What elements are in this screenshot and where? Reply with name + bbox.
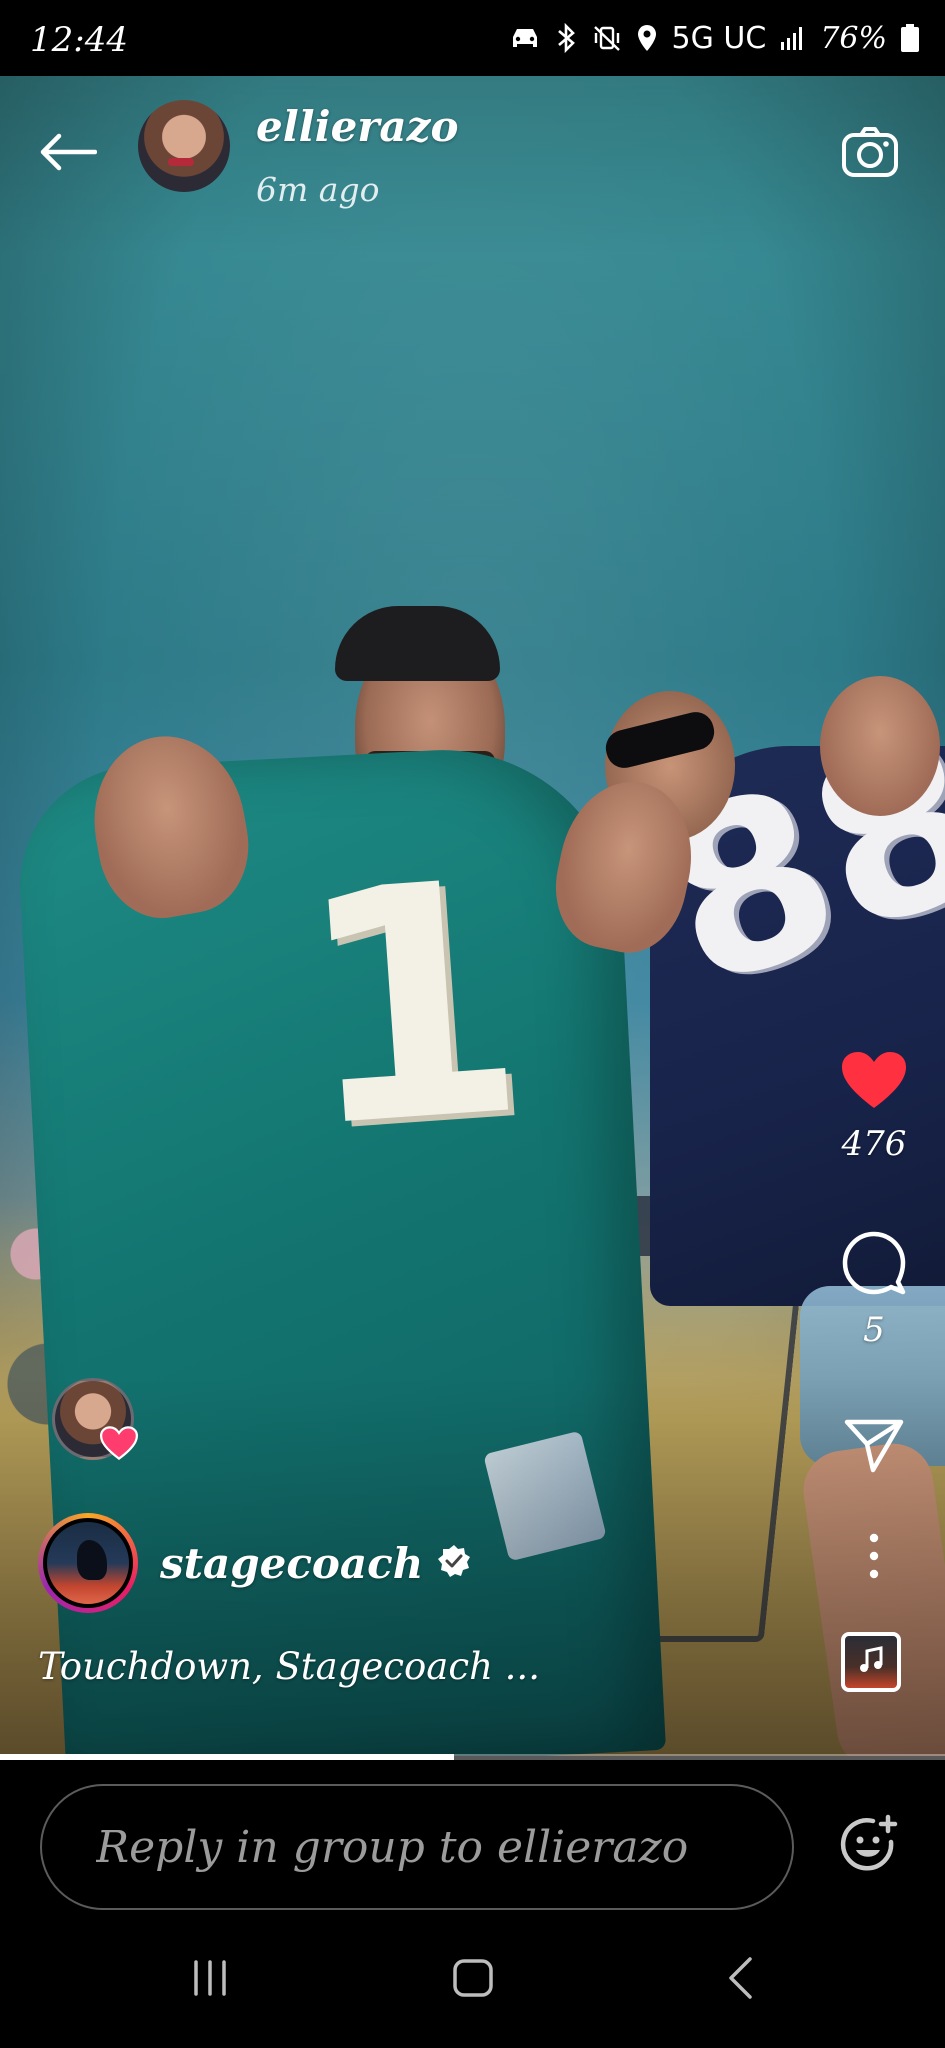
system-nav-bar [0, 1910, 945, 2048]
reaction-heart-icon [99, 1426, 139, 1464]
teal-jersey-number: 1 [287, 812, 536, 1200]
back-button[interactable] [36, 126, 100, 182]
camera-icon [841, 127, 899, 183]
story-image[interactable]: 88 1 [0, 76, 945, 1756]
network-label: 5G UC [671, 20, 767, 56]
car-icon [508, 25, 542, 51]
location-icon [636, 23, 658, 53]
send-icon [843, 1416, 905, 1478]
recent-apps-button[interactable] [170, 1950, 250, 2010]
like-button[interactable]: 476 [829, 1050, 919, 1164]
bluetooth-icon [556, 23, 578, 53]
vibrate-mute-icon [592, 23, 622, 53]
status-time: 12:44 [30, 20, 128, 60]
battery-label: 76% [820, 20, 887, 56]
back-arrow-icon [39, 132, 98, 176]
music-artist-avatar[interactable] [38, 1513, 138, 1613]
verified-badge-icon [437, 1544, 471, 1582]
comment-icon [841, 1230, 907, 1300]
reply-input[interactable] [40, 1784, 794, 1910]
back-nav-button[interactable] [700, 1950, 780, 2010]
music-note-icon [858, 1646, 884, 1678]
music-info[interactable]: stagecoach [38, 1508, 471, 1618]
heart-icon [840, 1050, 908, 1114]
comment-button[interactable]: 5 [829, 1230, 919, 1350]
music-artist-image [43, 1518, 133, 1608]
more-vertical-icon [868, 1532, 880, 1584]
reply-bar [0, 1760, 945, 1910]
recent-apps-icon [190, 1960, 230, 2000]
emoji-add-icon [839, 1814, 901, 1880]
camera-button[interactable] [835, 120, 905, 190]
home-icon [452, 1958, 494, 2002]
avatar[interactable] [138, 100, 230, 192]
story-timestamp: 6m ago [256, 170, 380, 209]
status-icons: 5G UC 76% [508, 18, 919, 58]
back-chevron-icon [726, 1956, 754, 2004]
comment-count: 5 [863, 1310, 885, 1350]
emoji-button[interactable] [835, 1812, 905, 1882]
battery-icon [901, 24, 919, 52]
more-options-button[interactable] [829, 1532, 919, 1584]
story-header: ellierazo 6m ago [0, 76, 945, 226]
woman-hand [820, 676, 940, 816]
music-button[interactable] [841, 1632, 901, 1692]
music-artist-name[interactable]: stagecoach [160, 1539, 423, 1588]
status-bar: 12:44 5G UC 76% [0, 0, 945, 76]
share-button[interactable] [829, 1416, 919, 1478]
signal-icon [780, 25, 806, 51]
like-count: 476 [841, 1124, 907, 1164]
home-button[interactable] [433, 1950, 513, 2010]
story-username[interactable]: ellierazo [256, 102, 459, 151]
music-track-title[interactable]: Touchdown, Stagecoach ... [38, 1645, 540, 1688]
